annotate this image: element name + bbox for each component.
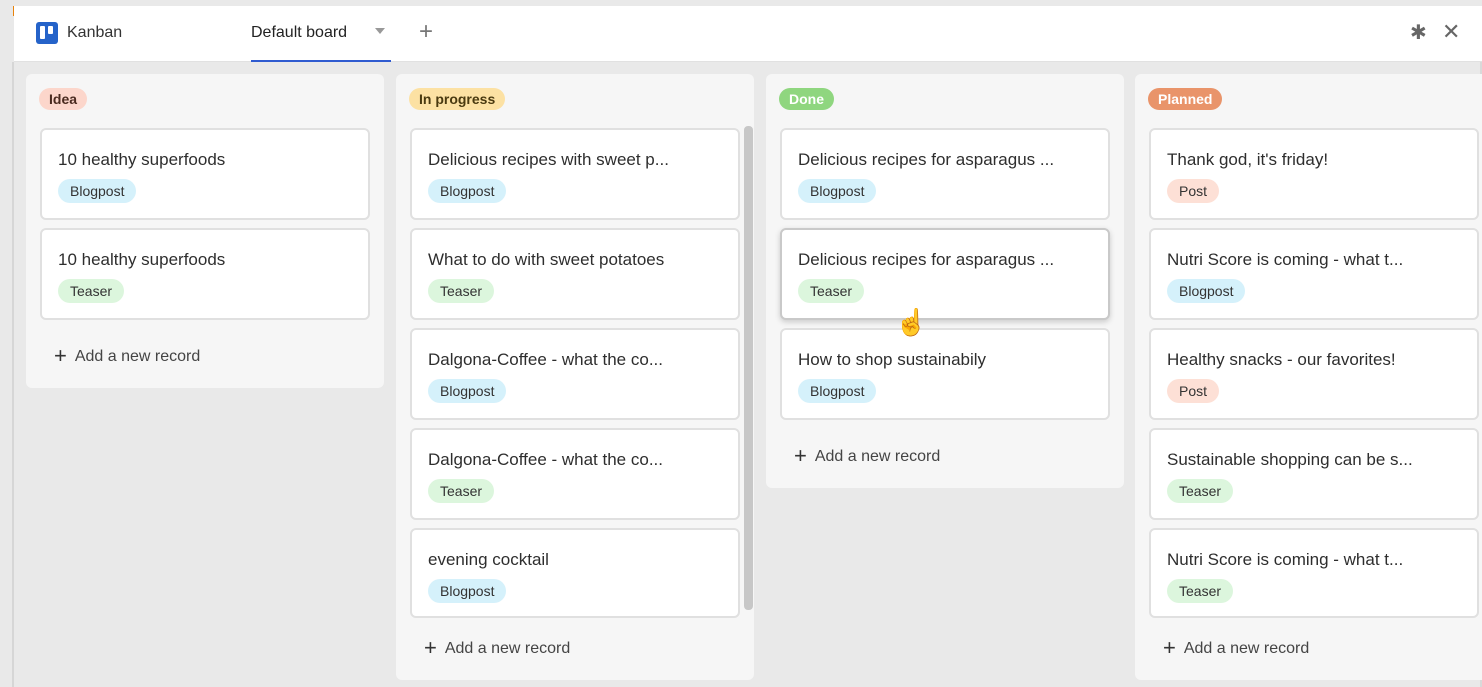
- card-tag: Blogpost: [798, 379, 877, 403]
- card-tag: Teaser: [1167, 579, 1234, 603]
- column-idea: Idea 10 healthy superfoods Blogpost 10 h…: [26, 74, 384, 388]
- record-card[interactable]: How to shop sustainabily Blogpost: [780, 328, 1110, 420]
- column-scrollbar[interactable]: [744, 126, 753, 610]
- card-title: 10 healthy superfoods: [58, 150, 226, 169]
- close-icon[interactable]: ✕: [1442, 19, 1460, 45]
- card-title: Delicious recipes with sweet p...: [428, 150, 669, 169]
- tab-label: Default board: [251, 24, 348, 41]
- card-title: Dalgona-Coffee - what the co...: [428, 350, 663, 369]
- card-title: Delicious recipes for asparagus ...: [798, 250, 1055, 269]
- hand-pointer-cursor-icon: ☝: [895, 307, 928, 337]
- card-tag: Post: [1167, 379, 1220, 403]
- card-title: Healthy snacks - our favorites!: [1167, 350, 1396, 369]
- plus-icon: +: [424, 635, 437, 660]
- record-card[interactable]: Dalgona-Coffee - what the co... Teaser: [410, 428, 740, 520]
- card-title: Thank god, it's friday!: [1167, 150, 1329, 169]
- column-done: Done Delicious recipes for asparagus ...…: [766, 74, 1124, 488]
- record-card[interactable]: evening cocktail Blogpost: [410, 528, 740, 618]
- record-card[interactable]: Delicious recipes for asparagus ... Teas…: [780, 228, 1110, 320]
- card-tag: Blogpost: [798, 179, 877, 203]
- card-tag: Teaser: [798, 279, 865, 303]
- gear-icon[interactable]: ✱: [1410, 23, 1427, 43]
- card-tag: Blogpost: [58, 179, 137, 203]
- card-tag: Teaser: [58, 279, 125, 303]
- plus-icon: +: [1163, 635, 1176, 660]
- add-record-label: Add a new record: [1183, 640, 1310, 657]
- record-card[interactable]: Nutri Score is coming - what t... Blogpo…: [1149, 228, 1479, 320]
- card-title: evening cocktail: [428, 550, 549, 569]
- card-title: Dalgona-Coffee - what the co...: [428, 450, 663, 469]
- card-tag: Teaser: [428, 479, 495, 503]
- card-title: Sustainable shopping can be s...: [1167, 450, 1413, 469]
- add-record-label: Add a new record: [444, 640, 571, 657]
- plus-icon: +: [54, 343, 67, 368]
- card-tag: Teaser: [428, 279, 495, 303]
- card-title: 10 healthy superfoods: [58, 250, 226, 269]
- card-tag: Blogpost: [428, 579, 507, 603]
- column-badge-idea: Idea: [39, 88, 88, 110]
- kanban-board-icon: [36, 22, 58, 44]
- column-planned: Planned Thank god, it's friday! Post Nut…: [1135, 74, 1482, 680]
- add-record-button[interactable]: + Add a new record: [1163, 635, 1310, 660]
- record-card[interactable]: Sustainable shopping can be s... Teaser: [1149, 428, 1479, 520]
- add-tab-plus-icon[interactable]: +: [419, 18, 433, 46]
- chevron-down-icon[interactable]: [375, 28, 385, 34]
- tab-default-board[interactable]: Default board: [251, 6, 391, 62]
- card-title: How to shop sustainabily: [798, 350, 987, 369]
- card-tag: Blogpost: [1167, 279, 1246, 303]
- card-title: Nutri Score is coming - what t...: [1167, 550, 1404, 569]
- card-tag: Blogpost: [428, 179, 507, 203]
- column-badge-in-progress: In progress: [409, 88, 506, 110]
- app-name: Kanban: [67, 24, 123, 41]
- card-tag: Post: [1167, 179, 1220, 203]
- record-card[interactable]: Healthy snacks - our favorites! Post: [1149, 328, 1479, 420]
- column-badge-planned: Planned: [1148, 88, 1223, 110]
- record-card[interactable]: Delicious recipes with sweet p... Blogpo…: [410, 128, 740, 220]
- record-card[interactable]: Thank god, it's friday! Post: [1149, 128, 1479, 220]
- add-record-label: Add a new record: [814, 448, 941, 465]
- plus-icon: +: [794, 443, 807, 468]
- add-record-label: Add a new record: [74, 348, 201, 365]
- add-record-button[interactable]: + Add a new record: [424, 635, 571, 660]
- card-tag: Blogpost: [428, 379, 507, 403]
- card-title: Delicious recipes for asparagus ...: [798, 150, 1055, 169]
- record-card[interactable]: Nutri Score is coming - what t... Teaser: [1149, 528, 1479, 618]
- card-title: Nutri Score is coming - what t...: [1167, 250, 1404, 269]
- add-record-button[interactable]: + Add a new record: [54, 343, 201, 368]
- column-badge-done: Done: [779, 88, 834, 110]
- column-in-progress: In progress Delicious recipes with sweet…: [396, 74, 754, 680]
- record-card[interactable]: 10 healthy superfoods Blogpost: [40, 128, 370, 220]
- record-card[interactable]: Delicious recipes for asparagus ... Blog…: [780, 128, 1110, 220]
- card-title: What to do with sweet potatoes: [428, 250, 665, 269]
- record-card[interactable]: Dalgona-Coffee - what the co... Blogpost: [410, 328, 740, 420]
- top-bar: Kanban Default board + ✱ ✕: [14, 6, 1482, 62]
- record-card[interactable]: 10 healthy superfoods Teaser: [40, 228, 370, 320]
- card-tag: Teaser: [1167, 479, 1234, 503]
- record-card[interactable]: What to do with sweet potatoes Teaser: [410, 228, 740, 320]
- add-record-button[interactable]: + Add a new record: [794, 443, 941, 468]
- left-edge-border: [12, 62, 14, 687]
